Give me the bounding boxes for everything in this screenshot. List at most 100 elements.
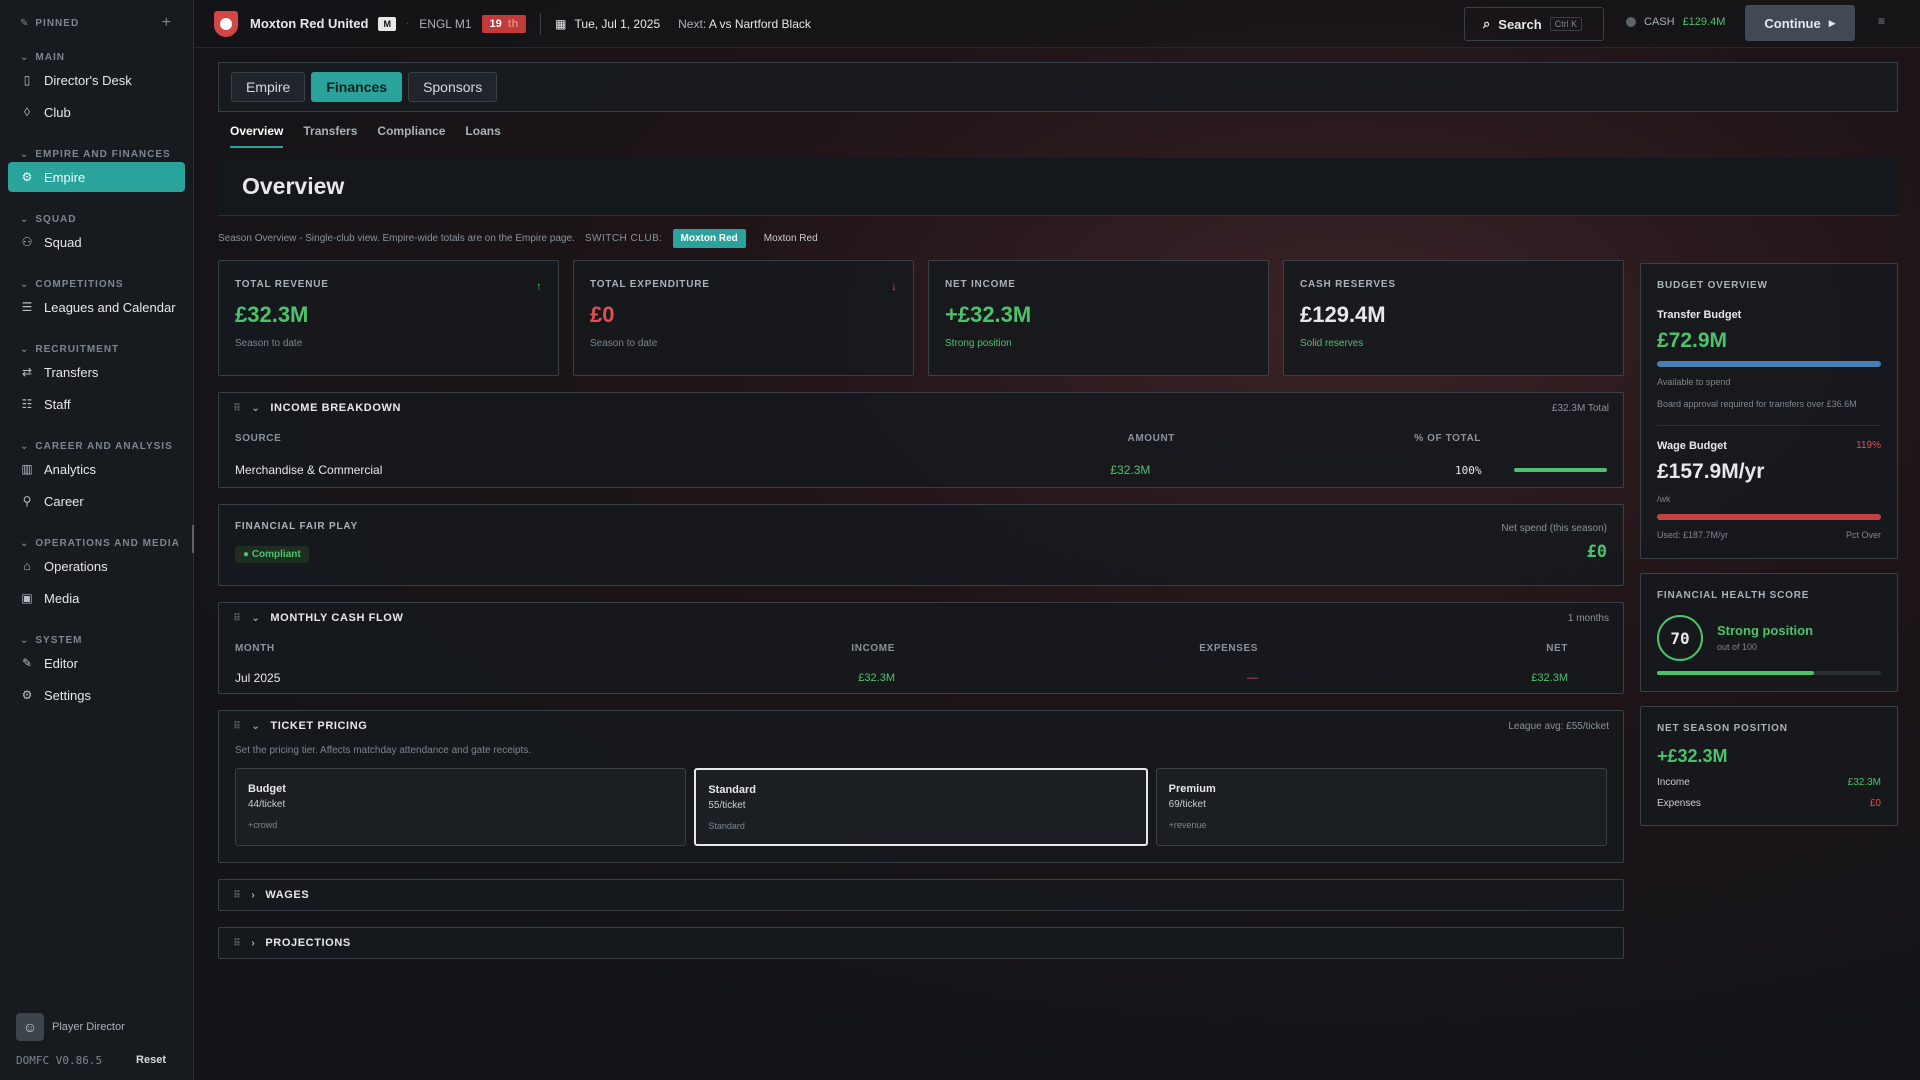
- club-switch-option[interactable]: Moxton Red: [756, 229, 826, 248]
- sidebar-footer: ☺ Player Director DOMFC V0.86.5 Reset: [0, 1010, 194, 1080]
- wages-header[interactable]: ⠿ › WAGES: [219, 880, 1623, 910]
- tier-premium[interactable]: Premium 69/ticket +revenue: [1155, 768, 1607, 846]
- sidebar-item-directors-desk[interactable]: ▯ Director's Desk: [8, 65, 185, 95]
- switch-club-label: SWITCH CLUB:: [584, 232, 663, 244]
- income-breakdown-header[interactable]: ⠿ ⌄ INCOME BREAKDOWN £32.3M Total: [219, 393, 1623, 423]
- right-column: BUDGET OVERVIEW Transfer Budget £72.9M A…: [1640, 263, 1898, 840]
- search-icon: ⌕: [1483, 16, 1491, 31]
- sidebar-item-editor[interactable]: ✎ Editor: [8, 648, 185, 678]
- add-pin-icon[interactable]: +: [162, 14, 171, 32]
- continue-button[interactable]: Continue ▶: [1745, 5, 1855, 41]
- staff-icon: ☷: [21, 397, 33, 411]
- club-crest-icon[interactable]: [214, 10, 238, 37]
- user-profile[interactable]: ☺ Player Director: [0, 1010, 194, 1044]
- tab-empire[interactable]: Empire: [231, 72, 306, 102]
- avatar: ☺: [16, 1013, 44, 1041]
- settings-icon: ⚙: [21, 688, 33, 702]
- top-bar: Moxton Red United M · ENGL M1 19th ▦ Tue,…: [194, 0, 1920, 48]
- net-season-expenses: Expenses £0: [1657, 798, 1881, 809]
- group-main[interactable]: ⌄ MAIN: [0, 52, 193, 63]
- chevron-down-icon[interactable]: ⌄: [251, 613, 260, 624]
- group-competitions[interactable]: ⌄ COMPETITIONS: [0, 279, 193, 290]
- stat-cash-reserves: CASH RESERVES £129.4M Solid reserves: [1283, 260, 1624, 376]
- ticket-pricing-header[interactable]: ⠿ ⌄ TICKET PRICING League avg: £55/ticke…: [219, 711, 1623, 741]
- status-badge: ● Compliant: [235, 546, 309, 563]
- subtab-compliance[interactable]: Compliance: [377, 112, 445, 150]
- group-operations[interactable]: ⌄ OPERATIONS AND MEDIA: [0, 538, 193, 549]
- sidebar-item-leagues[interactable]: ☰ Leagues and Calendar: [8, 292, 185, 322]
- sidebar-item-operations[interactable]: ⌂ Operations: [8, 551, 185, 581]
- cash-flow-header[interactable]: ⠿ ⌄ MONTHLY CASH FLOW 1 months: [219, 603, 1623, 633]
- season-note: Season Overview - Single-club view. Empi…: [218, 232, 575, 244]
- sidebar-item-transfers[interactable]: ⇄ Transfers: [8, 357, 185, 387]
- sidebar-item-settings[interactable]: ⚙ Settings: [8, 680, 185, 710]
- season-row: Season Overview - Single-club view. Empi…: [218, 216, 1898, 260]
- group-system[interactable]: ⌄ SYSTEM: [0, 635, 193, 646]
- cash-indicator: CASH £129.4M: [1626, 16, 1725, 28]
- projections-header[interactable]: ⠿ › PROJECTIONS: [219, 928, 1623, 958]
- chevron-down-icon[interactable]: ⌄: [251, 403, 260, 414]
- subtab-loans[interactable]: Loans: [465, 112, 500, 150]
- chevron-right-icon[interactable]: ›: [251, 938, 255, 949]
- transfer-budget-value: £72.9M: [1657, 329, 1728, 352]
- tab-sponsors[interactable]: Sponsors: [408, 72, 498, 102]
- version-label: DOMFC V0.86.5: [16, 1054, 103, 1067]
- health-bar-fill: [1657, 671, 1814, 675]
- group-empire[interactable]: ⌄ EMPIRE AND FINANCES: [0, 149, 193, 160]
- table-row: Jul 2025 £32.3M — £32.3M: [235, 671, 1568, 685]
- stat-total-revenue: TOTAL REVENUE £32.3M Season to date ↑: [218, 260, 559, 376]
- tier-budget[interactable]: Budget 44/ticket +crowd: [235, 768, 687, 846]
- building-icon: ⌂: [23, 559, 31, 573]
- play-icon: ▶: [1828, 17, 1836, 28]
- drag-handle-icon[interactable]: ⠿: [233, 403, 241, 414]
- sidebar-item-squad[interactable]: ⚇ Squad: [8, 227, 185, 257]
- wage-budget-header: Wage Budget 119%: [1657, 440, 1881, 452]
- drag-handle-icon[interactable]: ⠿: [233, 613, 241, 624]
- search-button[interactable]: ⌕ Search Ctrl K: [1464, 7, 1604, 41]
- main-column: TOTAL REVENUE £32.3M Season to date ↑ TO…: [218, 260, 1624, 959]
- club-switch-active[interactable]: Moxton Red: [672, 228, 746, 248]
- group-squad[interactable]: ⌄ SQUAD: [0, 214, 193, 225]
- sidebar-item-media[interactable]: ▣ Media: [8, 583, 185, 613]
- drag-handle-icon[interactable]: ⠿: [233, 938, 241, 949]
- sidebar-item-career[interactable]: ⚲ Career: [8, 486, 185, 516]
- months-count: 1 months: [1567, 612, 1609, 624]
- sidebar-item-club[interactable]: ◊ Club: [8, 97, 185, 127]
- arrow-down-icon: ↓: [891, 279, 897, 293]
- chevron-right-icon[interactable]: ›: [251, 890, 255, 901]
- projections-panel[interactable]: ⠿ › PROJECTIONS: [218, 927, 1624, 959]
- main-content: Empire Finances Sponsors Overview Transf…: [218, 62, 1898, 959]
- next-match[interactable]: Next: A vs Nartford Black: [678, 17, 811, 31]
- subtab-overview[interactable]: Overview: [230, 112, 284, 150]
- drag-handle-icon[interactable]: ⠿: [233, 890, 241, 901]
- arrow-up-icon: ↑: [536, 279, 542, 293]
- wage-budget-pct: 119%: [1856, 440, 1881, 451]
- media-icon: ▣: [21, 591, 33, 605]
- pin-icon: ✎: [20, 17, 30, 29]
- drag-handle-icon[interactable]: ⠿: [233, 721, 241, 732]
- group-recruitment[interactable]: ⌄ RECRUITMENT: [0, 344, 193, 355]
- league-average: League avg: £55/ticket: [1508, 720, 1609, 732]
- sidebar-item-empire[interactable]: ⚙ Empire: [8, 162, 185, 192]
- club-name[interactable]: Moxton Red United: [250, 16, 368, 31]
- transfer-budget-label: Transfer Budget: [1657, 309, 1742, 321]
- menu-icon[interactable]: ≡: [1878, 14, 1885, 28]
- stat-total-expenditure: TOTAL EXPENDITURE £0 Season to date ↓: [573, 260, 914, 376]
- sidebar-item-staff[interactable]: ☷ Staff: [8, 389, 185, 419]
- tier-standard[interactable]: Standard 55/ticket Standard: [694, 768, 1148, 846]
- income-share-bar: [1513, 468, 1607, 472]
- pencil-icon: ✎: [21, 656, 33, 670]
- group-career[interactable]: ⌄ CAREER AND ANALYSIS: [0, 441, 193, 452]
- reset-button[interactable]: Reset: [136, 1054, 166, 1080]
- subtab-transfers[interactable]: Transfers: [303, 112, 357, 150]
- swap-icon: ⇄: [21, 365, 33, 379]
- budget-overview-card: BUDGET OVERVIEW Transfer Budget £72.9M A…: [1640, 263, 1898, 559]
- chevron-down-icon[interactable]: ⌄: [251, 721, 260, 732]
- club-badge: M: [378, 16, 396, 31]
- sidebar-item-analytics[interactable]: ▥ Analytics: [8, 454, 185, 484]
- league-code: ENGL M1: [419, 16, 472, 31]
- divider: [540, 12, 542, 35]
- wages-panel[interactable]: ⠿ › WAGES: [218, 879, 1624, 911]
- sidebar-resize-handle[interactable]: [192, 525, 194, 553]
- tab-finances[interactable]: Finances: [311, 72, 403, 102]
